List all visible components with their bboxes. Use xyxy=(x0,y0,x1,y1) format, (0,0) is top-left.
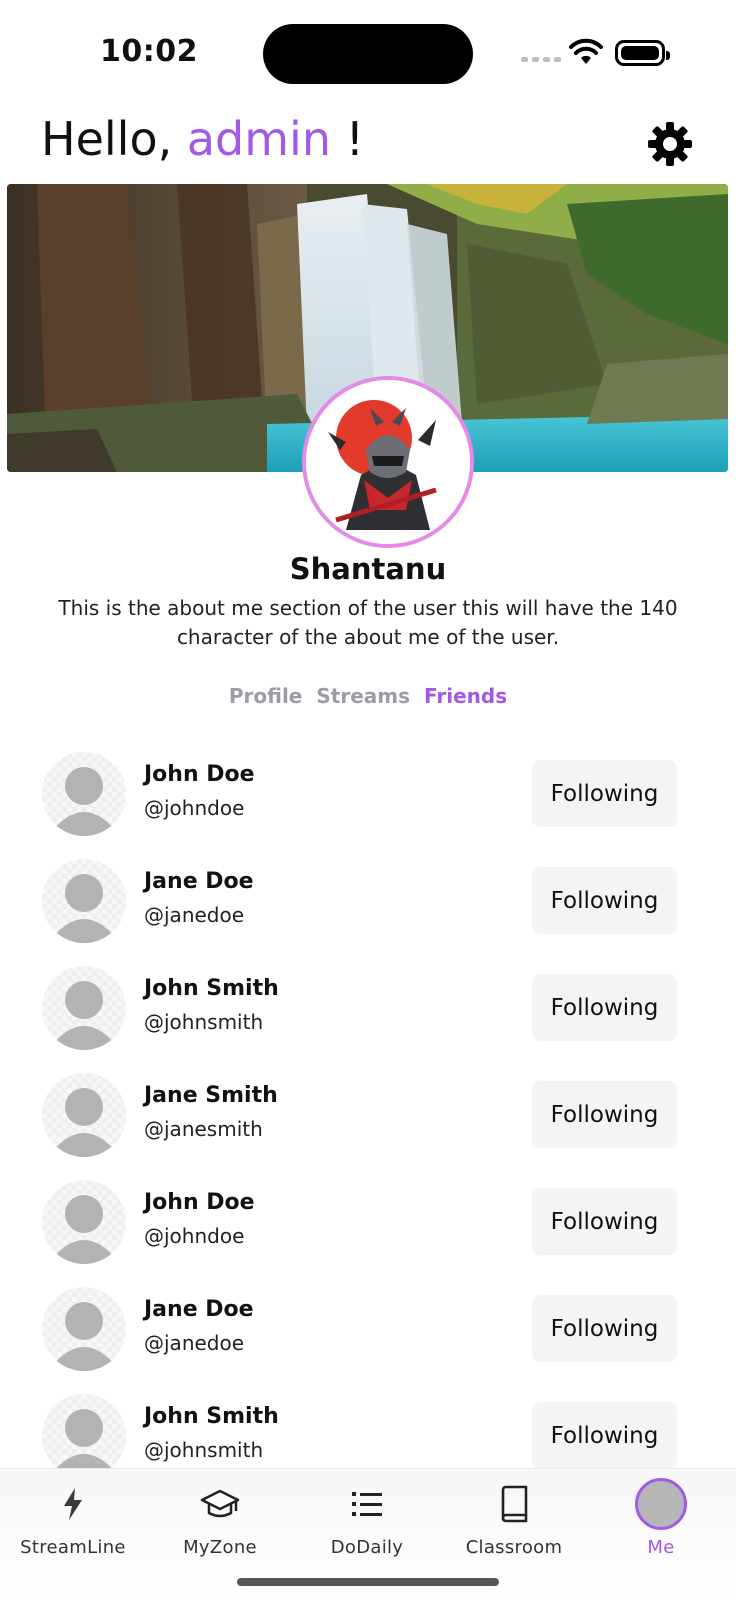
friend-handle: @johnsmith xyxy=(144,1438,264,1462)
following-button[interactable]: Following xyxy=(532,1295,677,1362)
friend-handle: @janedoe xyxy=(144,1331,245,1355)
nav-me[interactable]: Me xyxy=(591,1478,731,1558)
status-time: 10:02 xyxy=(100,34,198,69)
friend-handle: @johndoe xyxy=(144,1224,245,1248)
friend-row: John Smith @johnsmith Following xyxy=(0,962,736,1069)
nav-label: Classroom xyxy=(465,1537,563,1558)
following-button[interactable]: Following xyxy=(532,1402,677,1468)
profile-name: Shantanu xyxy=(289,552,447,586)
home-indicator[interactable] xyxy=(237,1578,499,1586)
following-button[interactable]: Following xyxy=(532,1081,677,1148)
friend-avatar-placeholder[interactable] xyxy=(42,1180,126,1264)
friend-avatar-placeholder[interactable] xyxy=(42,752,126,836)
cellular-signal-icon xyxy=(521,57,561,62)
friend-avatar-placeholder[interactable] xyxy=(42,1073,126,1157)
nav-label: Me xyxy=(647,1537,675,1558)
profile-about: This is the about me section of the user… xyxy=(58,596,678,649)
nav-label: DoDaily xyxy=(330,1537,404,1558)
friend-avatar-placeholder[interactable] xyxy=(42,966,126,1050)
friend-handle: @janesmith xyxy=(144,1117,263,1141)
greeting-username: admin xyxy=(186,112,331,166)
friend-name: John Smith xyxy=(144,1404,279,1429)
following-button[interactable]: Following xyxy=(532,974,677,1041)
friend-row: John Doe @johndoe Following xyxy=(0,748,736,855)
profile-avatar[interactable] xyxy=(302,376,474,548)
dynamic-island xyxy=(263,24,473,84)
battery-icon xyxy=(615,40,670,66)
friend-name: John Doe xyxy=(144,1190,255,1215)
friend-handle: @johnsmith xyxy=(144,1010,264,1034)
nav-classroom[interactable]: Classroom xyxy=(444,1479,584,1558)
graduation-cap-icon xyxy=(200,1489,240,1518)
friends-list[interactable]: John Doe @johndoe Following Jane Doe @ja… xyxy=(0,748,736,1468)
friend-row: John Smith @johnsmith Following xyxy=(0,1390,736,1468)
wifi-icon xyxy=(569,38,603,64)
friend-name: John Doe xyxy=(144,762,255,787)
nav-label: StreamLine xyxy=(20,1537,126,1558)
profile-tabs: Profile Streams Friends xyxy=(0,684,736,708)
bolt-icon xyxy=(64,1488,82,1520)
friend-row: John Doe @johndoe Following xyxy=(0,1176,736,1283)
greeting: Hello, admin ! xyxy=(41,112,364,166)
status-bar: 10:02 xyxy=(0,0,736,100)
nav-myzone[interactable]: MyZone xyxy=(150,1479,290,1558)
friend-name: Jane Doe xyxy=(144,869,254,894)
nav-streamline[interactable]: StreamLine xyxy=(3,1479,143,1558)
following-button[interactable]: Following xyxy=(532,867,677,934)
friend-name: Jane Smith xyxy=(144,1083,278,1108)
greeting-suffix: ! xyxy=(330,112,365,166)
nav-dodaily[interactable]: DoDaily xyxy=(297,1479,437,1558)
friend-avatar-placeholder[interactable] xyxy=(42,1287,126,1371)
friend-avatar-placeholder[interactable] xyxy=(42,1394,126,1468)
friend-row: Jane Doe @janedoe Following xyxy=(0,1283,736,1390)
samurai-avatar-image xyxy=(306,380,470,544)
greeting-prefix: Hello, xyxy=(41,112,187,166)
avatar-icon xyxy=(635,1478,687,1530)
friend-handle: @johndoe xyxy=(144,796,245,820)
friend-name: John Smith xyxy=(144,976,279,1001)
friend-avatar-placeholder[interactable] xyxy=(42,859,126,943)
nav-label: MyZone xyxy=(183,1537,257,1558)
tab-streams[interactable]: Streams xyxy=(316,684,410,708)
friend-name: Jane Doe xyxy=(144,1297,254,1322)
list-icon xyxy=(352,1492,382,1516)
tab-profile[interactable]: Profile xyxy=(229,684,303,708)
friend-handle: @janedoe xyxy=(144,903,245,927)
following-button[interactable]: Following xyxy=(532,760,677,827)
settings-gear-icon[interactable] xyxy=(646,120,694,168)
friend-row: Jane Doe @janedoe Following xyxy=(0,855,736,962)
book-icon xyxy=(501,1485,528,1523)
following-button[interactable]: Following xyxy=(532,1188,677,1255)
friend-row: Jane Smith @janesmith Following xyxy=(0,1069,736,1176)
tab-friends[interactable]: Friends xyxy=(424,684,507,708)
